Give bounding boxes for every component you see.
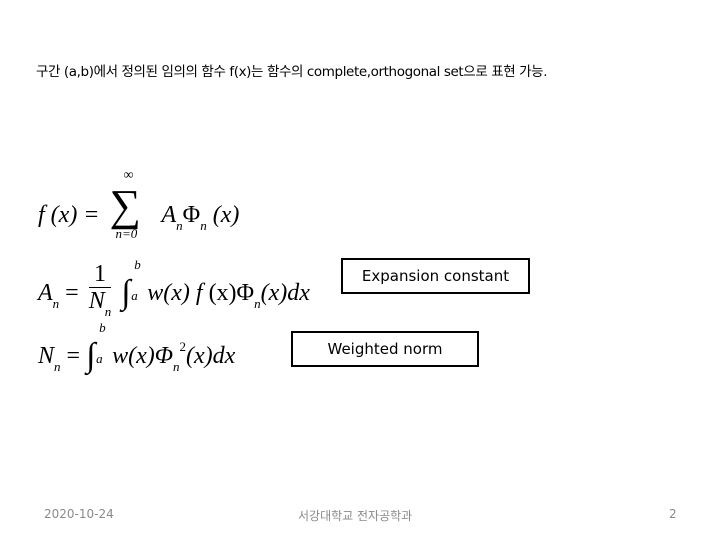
norm-equation: Nn = ∫ b a w(x)Φn2(x)dx (38, 320, 236, 374)
norm-lhs-subscript: n (54, 359, 61, 374)
expansion-lhs: f (x) = (38, 202, 100, 228)
weighted-norm-label: Weighted norm (291, 331, 479, 367)
integral-symbol: ∫ b a (121, 257, 141, 311)
integrand-phi-superscript: 2 (179, 339, 186, 354)
integrand-dx: (x)dx (260, 279, 310, 306)
fraction: 1 Nn (88, 261, 112, 319)
integral-icon: ∫ (86, 337, 96, 374)
coefficient-lhs-subscript: n (52, 295, 60, 311)
coefficient-equation: An = 1 Nn ∫ b a w(x) f (x)Φn(x)dx (38, 257, 310, 321)
fraction-numerator: 1 (88, 261, 112, 289)
integrand-dx: (x)dx (185, 343, 236, 369)
integrand-f: f (195, 279, 203, 306)
integrand-weight: w(x) (147, 279, 196, 306)
integrand-phi-subscript: n (254, 295, 261, 311)
expansion-constant-label: Expansion constant (341, 258, 530, 294)
integral-lower-limit: a (96, 351, 103, 366)
coefficient-A-subscript: n (176, 218, 183, 233)
norm-lhs: N (38, 343, 55, 369)
denominator-N: N (88, 288, 105, 315)
integral-upper-limit: b (99, 320, 106, 335)
basis-phi: Φ (182, 202, 201, 228)
fraction-denominator: Nn (88, 288, 112, 319)
intro-text: 구간 (a,b)에서 정의된 임의의 함수 f(x)는 함수의 complete… (36, 64, 548, 80)
basis-phi-subscript: n (200, 218, 207, 233)
integral-upper-limit: b (134, 256, 141, 272)
summation-symbol: ∞ ∑ n=0 (110, 168, 152, 241)
footer-organization: 서강대학교 전자공학과 (298, 509, 413, 523)
sum-lower-limit: n=0 (115, 226, 138, 241)
basis-argument: (x) (212, 202, 240, 228)
integrand-phi: (x)Φ (202, 279, 255, 306)
footer-date: 2020-10-24 (44, 507, 114, 521)
integral-icon: ∫ (121, 273, 131, 311)
footer-page-number: 2 (669, 507, 677, 521)
integrand-phi-subscript: n (172, 359, 180, 374)
coefficient-lhs: A (38, 279, 53, 306)
integral-symbol: ∫ b a (86, 320, 106, 374)
expansion-equation: f (x) = ∞ ∑ n=0 AnΦn (x) (38, 168, 240, 241)
equals-sign: = (66, 343, 81, 369)
denominator-subscript: n (104, 304, 112, 320)
integrand-weight-phi: w(x)Φ (112, 343, 173, 369)
sigma-icon: ∑ (109, 181, 141, 230)
integral-lower-limit: a (131, 287, 138, 303)
equals-sign: = (65, 279, 79, 306)
coefficient-A: A (161, 202, 177, 228)
